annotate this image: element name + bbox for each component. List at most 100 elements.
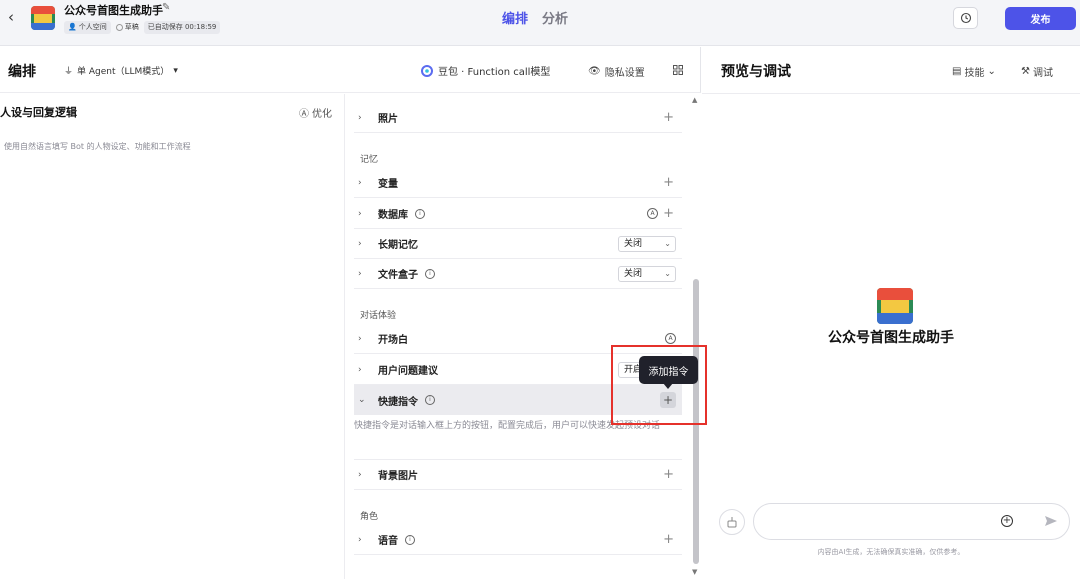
- chevron-right-icon: ›: [358, 177, 362, 188]
- persona-title: 人设与回复逻辑: [0, 106, 77, 119]
- privacy-label: 隐私设置: [604, 68, 645, 79]
- bot-avatar-large: [877, 288, 913, 324]
- space-badge: 👤 个人空间: [64, 21, 111, 34]
- skill-row-database[interactable]: › 数据库 i A +: [354, 199, 682, 229]
- scroll-down-icon[interactable]: ▼: [692, 568, 697, 576]
- top-bar: ‹ 公众号首图生成助手 ✎ 👤 个人空间 草稿 已自动保存 00:18:59 编…: [0, 0, 1080, 46]
- skill-row-variables[interactable]: › 变量 +: [354, 168, 682, 198]
- chevron-right-icon: ›: [358, 208, 362, 219]
- clear-context-button[interactable]: [719, 509, 745, 535]
- info-icon[interactable]: i: [425, 268, 435, 279]
- chevron-down-icon: ⌄: [358, 395, 366, 405]
- agent-mode-label: 单 Agent（LLM模式）: [77, 67, 170, 77]
- chevron-right-icon: ›: [358, 534, 362, 545]
- skill-label: 语音: [378, 536, 398, 547]
- skill-label: 文件盒子: [378, 270, 418, 281]
- select-value: 关闭: [624, 268, 643, 279]
- tab-arrange[interactable]: 编排: [502, 8, 528, 27]
- chevron-right-icon: ›: [358, 364, 362, 375]
- add-icon[interactable]: +: [663, 206, 674, 221]
- preview-skills-dropdown[interactable]: ▤ 技能 ⌄: [952, 64, 996, 79]
- chevron-right-icon: ›: [358, 112, 362, 123]
- broom-icon: [727, 517, 737, 528]
- space-label: 个人空间: [78, 23, 107, 31]
- skills-panel: › 照片 + 记忆 › 变量 + › 数据库 i A + › 长期记忆 关闭 ⌄ …: [346, 94, 688, 579]
- layout-grid-icon[interactable]: [673, 65, 683, 75]
- tooltip-arrow: [663, 383, 673, 389]
- long-memory-select[interactable]: 关闭 ⌄: [618, 235, 676, 252]
- section-memory: 记忆: [360, 155, 379, 165]
- autosave-badge: 已自动保存 00:18:59: [143, 21, 221, 34]
- skill-label: 快捷指令: [378, 396, 418, 408]
- info-icon[interactable]: i: [425, 395, 435, 405]
- chevron-down-icon: ⌄: [987, 66, 996, 77]
- status-label: 草稿: [124, 23, 139, 31]
- tab-analysis[interactable]: 分析: [542, 8, 568, 27]
- doubao-logo-icon: [421, 64, 433, 77]
- add-icon[interactable]: +: [663, 175, 674, 190]
- chevron-down-icon: ⌄: [664, 268, 671, 278]
- bot-name: 公众号首图生成助手: [64, 4, 163, 17]
- optimize-button[interactable]: Ⓐ 优化: [299, 105, 332, 120]
- auto-icon: Ⓐ: [299, 109, 309, 120]
- skill-label: 背景图片: [378, 471, 418, 482]
- person-icon: 👤: [68, 23, 77, 31]
- chevron-down-icon: ⌄: [664, 238, 671, 248]
- scroll-up-icon[interactable]: ▲: [692, 96, 697, 104]
- skill-label: 长期记忆: [378, 240, 418, 251]
- skill-row-photo[interactable]: › 照片 +: [354, 103, 682, 133]
- auto-icon[interactable]: A: [665, 333, 676, 344]
- skill-label: 开场白: [378, 335, 408, 346]
- add-icon[interactable]: +: [663, 532, 674, 547]
- section-role: 角色: [360, 512, 379, 522]
- persona-input[interactable]: 使用自然语言填写 Bot 的人物设定、功能和工作流程: [4, 141, 191, 152]
- top-tabs: 编排 分析: [502, 8, 568, 27]
- status-dot-icon: [115, 24, 123, 31]
- editor-header: 编排 ⏚ 单 Agent（LLM模式） ▾ 豆包 · Function call…: [0, 47, 701, 93]
- wrench-icon: ⚒: [1021, 66, 1030, 77]
- skill-label: 数据库: [378, 210, 408, 221]
- chevron-right-icon: ›: [358, 238, 362, 249]
- caret-down-icon: ▾: [173, 65, 178, 76]
- publish-button[interactable]: 发布: [1005, 7, 1076, 30]
- history-icon: [960, 12, 971, 24]
- auto-icon[interactable]: A: [647, 208, 658, 219]
- chevron-right-icon: ›: [358, 333, 362, 344]
- persona-panel: 人设与回复逻辑 Ⓐ 优化 使用自然语言填写 Bot 的人物设定、功能和工作流程: [0, 94, 345, 579]
- skill-row-background[interactable]: › 背景图片 +: [354, 460, 682, 490]
- skill-label: 用户问题建议: [378, 366, 438, 377]
- info-icon[interactable]: i: [415, 208, 425, 219]
- optimize-label: 优化: [312, 109, 332, 120]
- chevron-right-icon: ›: [358, 268, 362, 279]
- back-arrow-icon[interactable]: ‹: [4, 8, 18, 26]
- file-box-select[interactable]: 关闭 ⌄: [618, 265, 676, 282]
- bot-meta: 👤 个人空间 草稿 已自动保存 00:18:59: [64, 21, 221, 34]
- model-selector[interactable]: 豆包 · Function call模型: [421, 63, 550, 78]
- skills-icon: ▤: [952, 66, 962, 77]
- skills-label: 技能: [964, 68, 985, 79]
- debug-button[interactable]: ⚒ 调试: [1021, 64, 1053, 79]
- debug-label: 调试: [1032, 68, 1053, 79]
- add-attachment-icon[interactable]: +: [1001, 515, 1013, 527]
- chat-input[interactable]: [753, 503, 1070, 540]
- bot-avatar: [31, 6, 55, 30]
- info-icon[interactable]: i: [405, 534, 415, 545]
- ai-disclaimer: 内容由AI生成，无法确保真实准确，仅供参考。: [817, 548, 965, 556]
- select-value: 关闭: [624, 238, 643, 249]
- tooltip: 添加指令: [639, 356, 698, 384]
- editor-title: 编排: [8, 64, 36, 80]
- chevron-right-icon: ›: [358, 469, 362, 480]
- skill-row-file-box[interactable]: › 文件盒子 i 关闭 ⌄: [354, 259, 682, 289]
- divider: [702, 93, 1080, 94]
- history-button[interactable]: [953, 7, 978, 29]
- add-icon[interactable]: +: [663, 467, 674, 482]
- edit-name-icon[interactable]: ✎: [162, 2, 170, 13]
- agent-mode-dropdown[interactable]: ⏚ 单 Agent（LLM模式） ▾: [64, 64, 178, 78]
- skill-row-long-memory[interactable]: › 长期记忆 关闭 ⌄: [354, 229, 682, 259]
- add-icon[interactable]: +: [663, 110, 674, 125]
- skill-row-voice[interactable]: › 语音 i +: [354, 525, 682, 555]
- privacy-settings-button[interactable]: 👁 隐私设置: [588, 64, 645, 79]
- skill-label: 照片: [378, 114, 398, 125]
- send-icon[interactable]: [1044, 514, 1058, 528]
- skill-label: 变量: [378, 179, 398, 190]
